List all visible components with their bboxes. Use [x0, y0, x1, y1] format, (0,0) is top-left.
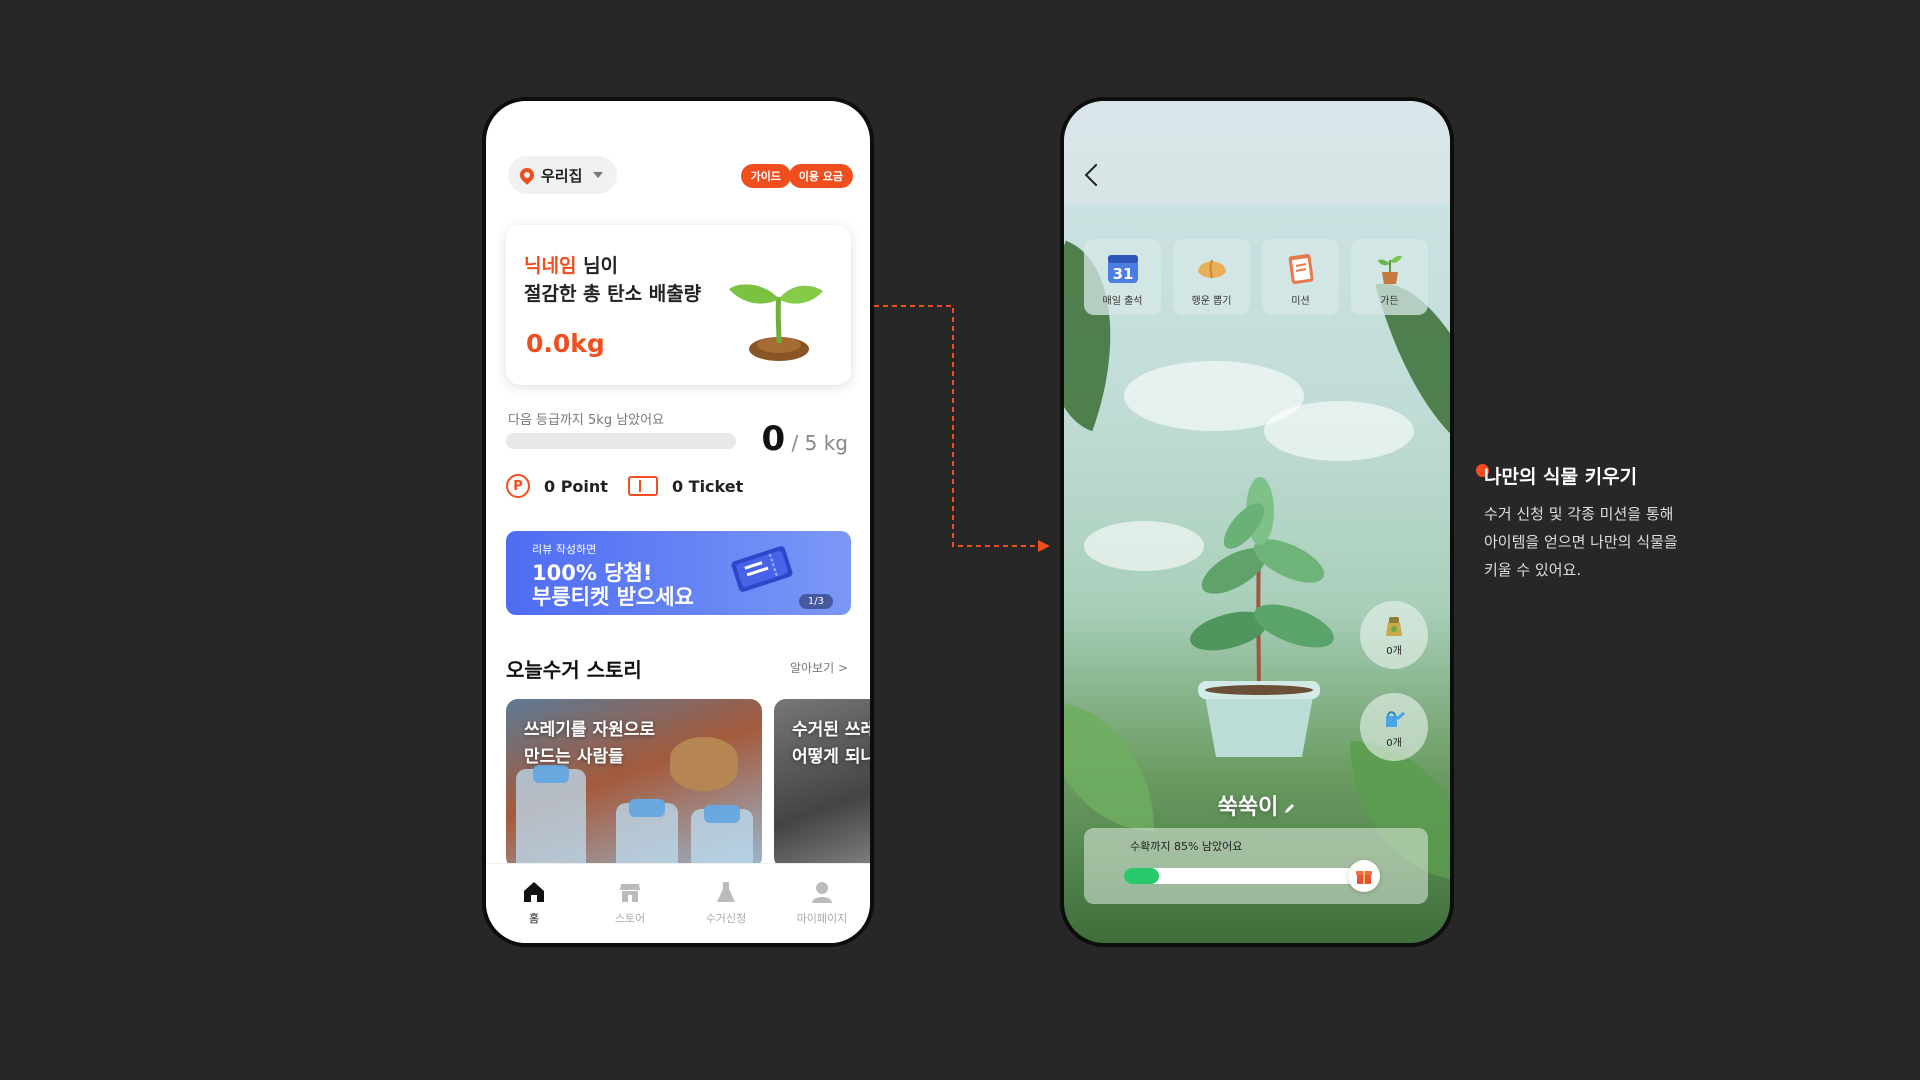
tab-store[interactable]: 스토어 [582, 864, 678, 943]
fertilizer-item-button[interactable]: 0개 [1360, 601, 1428, 669]
story-card-line2: 어떻게 되나 [792, 747, 874, 767]
clipboard-icon [1288, 253, 1314, 284]
grade-target: / 5 kg [785, 431, 848, 455]
tab-store-label: 스토어 [614, 912, 646, 925]
watering-can-icon [1386, 710, 1405, 727]
sprout-icon [729, 284, 823, 361]
harvest-label: 수확까지 85% 남았어요 [1130, 840, 1243, 853]
home-phone-screen: 우리집 가이드 이용 요금 닉네임 님이 절감한 총 탄소 배출량 0.0kg … [482, 97, 874, 947]
harvest-panel: 수확까지 85% 남았어요 [1084, 828, 1428, 904]
story-card[interactable]: 쓰레기를 자원으로 만드는 사람들 [506, 699, 762, 869]
story-section-title: 오늘수거 스토리 [506, 658, 642, 682]
annotation-line: 아이템을 얻으면 나만의 식물을 [1484, 533, 1678, 551]
ticket-illustration-icon [731, 546, 793, 592]
gift-icon [1356, 871, 1372, 884]
garden-menu: 31 매일 출석 행운 뽑기 미션 가든 [1084, 239, 1428, 315]
flask-icon [717, 882, 735, 902]
harvest-progress-bar [1124, 868, 1356, 884]
grade-label: 다음 등급까지 5kg 남았어요 [508, 413, 665, 428]
story-card-line2: 만드는 사람들 [524, 747, 624, 767]
banner-caption: 리뷰 작성하면 [532, 543, 597, 556]
location-pin-icon [517, 165, 537, 185]
tab-mypage-label: 마이페이지 [796, 912, 848, 925]
bottle-image [516, 769, 586, 869]
chevron-down-icon [593, 172, 604, 178]
banner-subheadline: 부릉티켓 받으세요 [532, 585, 694, 609]
daily-checkin-label: 매일 출석 [1102, 296, 1143, 307]
annotation-line: 수거 신청 및 각종 미션을 통해 [1484, 505, 1674, 523]
bottle-cork-image [670, 737, 738, 791]
carbon-savings-card[interactable]: 닉네임 님이 절감한 총 탄소 배출량 0.0kg [506, 225, 851, 385]
store-icon [620, 884, 640, 902]
fortune-cookie-icon [1197, 259, 1226, 279]
plant-name-row[interactable]: 쑥쑥이 [1064, 789, 1450, 821]
guide-button[interactable]: 가이드 [740, 164, 791, 188]
plant-name: 쑥쑥이 [1217, 795, 1279, 820]
calendar-icon: 31 [1107, 255, 1138, 283]
bottom-tab-bar: 홈 스토어 수거신청 마이페이지 [486, 863, 870, 943]
tab-pickup-label: 수거신청 [705, 912, 747, 925]
carbon-saved-value: 0.0kg [526, 329, 605, 358]
watering-item-button[interactable]: 0개 [1360, 693, 1428, 761]
bottle-cap-image [704, 805, 740, 823]
tab-mypage[interactable]: 마이페이지 [774, 864, 870, 943]
garden-button[interactable]: 가든 [1351, 239, 1428, 315]
location-label: 우리집 [541, 166, 583, 185]
carbon-card-subtitle: 절감한 총 탄소 배출량 [524, 283, 702, 305]
svg-text:31: 31 [1112, 265, 1133, 283]
harvest-progress-fill [1124, 868, 1159, 884]
story-card-title: 수거된 쓰레 어떻게 되나 [792, 717, 874, 771]
tab-home-label: 홈 [528, 912, 540, 925]
banner-page-indicator: 1/3 [798, 594, 833, 609]
lucky-draw-button[interactable]: 행운 뽑기 [1173, 239, 1250, 315]
potted-plant-icon [1377, 255, 1402, 284]
pencil-icon[interactable] [1284, 802, 1296, 814]
mission-label: 미션 [1291, 296, 1310, 307]
home-icon [524, 882, 544, 902]
fertilizer-count: 0개 [1386, 645, 1402, 657]
garden-label: 가든 [1380, 296, 1399, 307]
story-card-line1: 쓰레기를 자원으로 [524, 720, 656, 740]
location-selector[interactable]: 우리집 [508, 156, 618, 194]
carbon-card-greeting: 닉네임 님이 [524, 251, 618, 278]
daily-checkin-button[interactable]: 31 매일 출석 [1084, 239, 1161, 315]
point-icon: P [506, 474, 530, 498]
nickname: 닉네임 [524, 255, 577, 277]
grade-progress-bar [506, 433, 736, 449]
back-arrow-icon[interactable] [1084, 163, 1108, 187]
lucky-draw-label: 행운 뽑기 [1191, 296, 1232, 307]
story-more-link[interactable]: 알아보기 > [790, 659, 848, 676]
fertilizer-bag-icon [1386, 616, 1402, 636]
potted-plant-illustration [1190, 477, 1334, 757]
ticket-icon [627, 476, 658, 496]
grade-current: 0 [761, 419, 786, 459]
annotation-title: 나만의 식물 키우기 [1484, 466, 1638, 488]
garden-header [1064, 101, 1450, 203]
annotation-line: 키울 수 있어요. [1484, 561, 1582, 579]
garden-phone-screen: 31 매일 출석 행운 뽑기 미션 가든 0개 0개 쑥쑥이 수확까지 85% … [1060, 97, 1454, 947]
fee-button[interactable]: 이용 요금 [788, 164, 853, 188]
bottle-cap-image [629, 799, 665, 817]
tab-home[interactable]: 홈 [486, 864, 582, 943]
user-icon [812, 882, 832, 903]
grade-counter: 0 / 5 kg [762, 419, 848, 459]
tab-pickup-request[interactable]: 수거신청 [678, 864, 774, 943]
nickname-suffix: 님이 [576, 255, 619, 277]
story-card-line1: 수거된 쓰레 [792, 720, 874, 740]
harvest-reward-button[interactable] [1348, 860, 1380, 892]
mission-button[interactable]: 미션 [1262, 239, 1339, 315]
ticket-count[interactable]: 0 Ticket [672, 477, 743, 496]
points-row: P 0 Point 0 Ticket [506, 473, 743, 499]
point-count[interactable]: 0 Point [544, 477, 608, 496]
story-card[interactable]: 수거된 쓰레 어떻게 되나 [774, 699, 874, 869]
promo-banner[interactable]: 리뷰 작성하면 100% 당첨! 부릉티켓 받으세요 1/3 [506, 531, 851, 615]
water-count: 0개 [1386, 737, 1402, 749]
story-card-title: 쓰레기를 자원으로 만드는 사람들 [524, 717, 655, 771]
annotation-body: 수거 신청 및 각종 미션을 통해 아이템을 얻으면 나만의 식물을 키울 수 … [1484, 500, 1678, 584]
home-top-bar: 우리집 가이드 이용 요금 [508, 156, 853, 194]
